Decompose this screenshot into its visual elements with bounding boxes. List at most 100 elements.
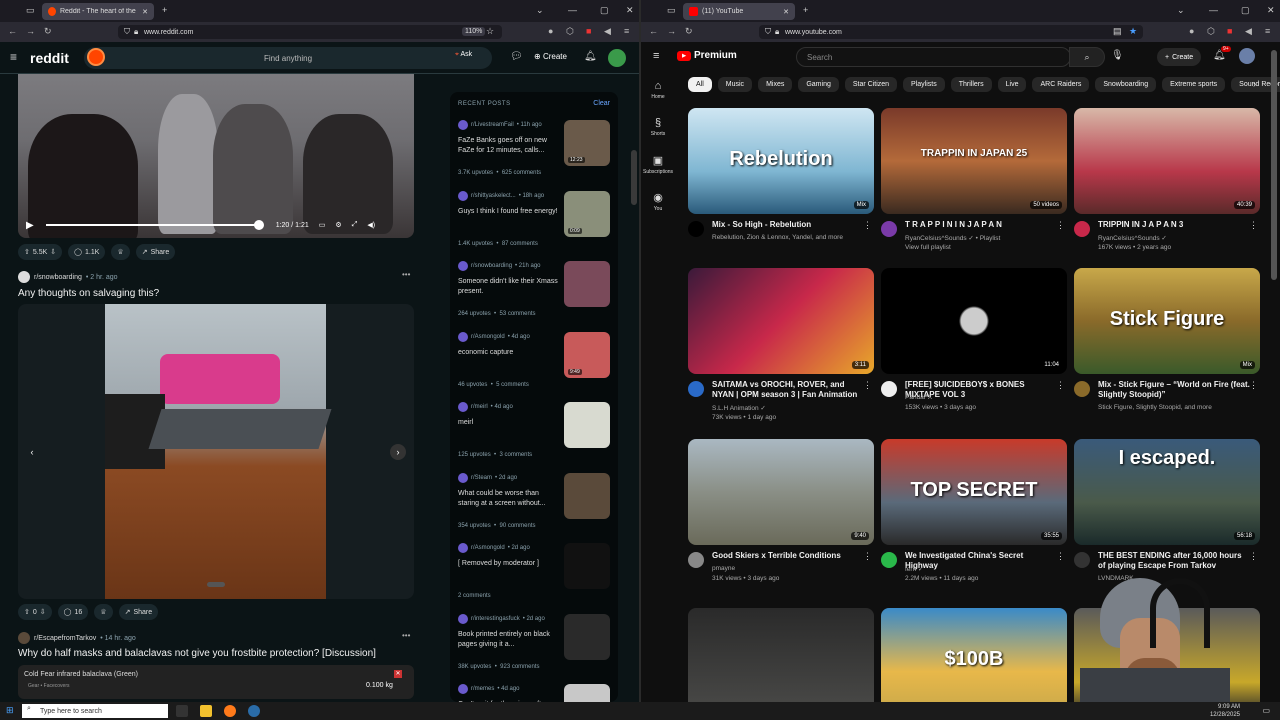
award-button[interactable]: ♕ bbox=[111, 244, 130, 260]
filter-chip[interactable]: Playlists bbox=[903, 77, 945, 92]
user-avatar[interactable] bbox=[608, 49, 626, 67]
firefox-icon[interactable] bbox=[224, 705, 236, 717]
minimize-icon[interactable]: — bbox=[568, 5, 577, 15]
channel-avatar[interactable] bbox=[688, 552, 704, 568]
upvote-icon[interactable]: ⇧ bbox=[24, 608, 30, 616]
subreddit-icon[interactable] bbox=[18, 271, 30, 283]
recent-post-item[interactable]: r/shittyaskelect... • 18h ago Guys I thi… bbox=[458, 190, 610, 259]
close-tab-icon[interactable]: ✕ bbox=[783, 8, 789, 16]
channel-avatar[interactable] bbox=[688, 221, 704, 237]
filter-chip[interactable]: Music bbox=[717, 77, 753, 92]
video-title[interactable]: Mix - So High - Rebelution bbox=[712, 220, 864, 230]
filter-chip[interactable]: Gaming bbox=[798, 77, 839, 92]
video-card[interactable]: 40:39 TRIPPIN IN J A P A N 3 ⋮ RyanCelsi… bbox=[1074, 108, 1260, 251]
recent-post-subreddit[interactable]: r/Steam bbox=[471, 475, 492, 481]
more-options-icon[interactable]: ⋮ bbox=[863, 380, 872, 391]
microphone-icon[interactable]: 🎙︎ bbox=[1111, 50, 1124, 61]
recent-post-subreddit[interactable]: r/LivestreamFail bbox=[471, 122, 514, 128]
captions-icon[interactable]: ▭ bbox=[319, 221, 326, 229]
clear-button[interactable]: Clear bbox=[593, 100, 610, 107]
close-window-icon[interactable]: ✕ bbox=[1267, 5, 1275, 16]
channel-name[interactable]: PandaFX bbox=[905, 394, 932, 401]
post-title[interactable]: Any thoughts on salvaging this? bbox=[18, 288, 159, 299]
video-title[interactable]: Mix - Stick Figure – “World on Fire (fea… bbox=[1098, 380, 1250, 400]
video-thumbnail[interactable]: 3:11 bbox=[688, 268, 874, 374]
filter-chip[interactable]: Thrillers bbox=[950, 77, 992, 92]
channel-name[interactable]: Stick Figure, Slightly Stoopid, and more bbox=[1098, 404, 1212, 411]
video-card[interactable]: 11:04 [FREE] $UICIDEBOY$ x BONES MIXTAPE… bbox=[881, 268, 1067, 411]
recent-post-item[interactable]: r/snowboarding • 21h ago Someone didn't … bbox=[458, 261, 610, 329]
menu-icon[interactable]: ≡ bbox=[624, 26, 629, 36]
vote-button[interactable]: ⇧ 5.5K ⇩ bbox=[18, 244, 63, 260]
sidebar-item-home[interactable]: ⌂ Home bbox=[643, 80, 673, 100]
video-card[interactable]: 3:11 SAITAMA vs OROCHI, ROVER, and NYAN … bbox=[688, 268, 874, 421]
more-options-icon[interactable]: ••• bbox=[402, 631, 410, 640]
video-card[interactable]: Stick Figure Mix Mix - Stick Figure – “Wo… bbox=[1074, 268, 1260, 411]
create-button[interactable]: + Create bbox=[1157, 48, 1202, 66]
new-tab-icon[interactable]: + bbox=[803, 5, 808, 15]
recent-post-title[interactable]: Someone didn't like their Xmass present. bbox=[458, 277, 558, 297]
addon-icon[interactable]: ■ bbox=[1227, 26, 1232, 36]
upvote-icon[interactable]: ⇧ bbox=[24, 248, 30, 256]
user-avatar[interactable] bbox=[1239, 48, 1255, 64]
video-thumbnail[interactable]: 9:40 bbox=[688, 439, 874, 545]
subreddit-icon[interactable] bbox=[18, 632, 30, 644]
gallery-prev-icon[interactable]: ‹ bbox=[24, 444, 40, 460]
recent-post-subreddit[interactable]: r/Asmongold bbox=[471, 545, 505, 551]
forward-icon[interactable]: → bbox=[667, 26, 676, 36]
address-bar[interactable]: ⛉ 🔒︎ www.reddit.com 110% ☆ bbox=[118, 25, 502, 39]
more-options-icon[interactable]: ⋮ bbox=[863, 220, 872, 231]
post-title[interactable]: Why do half masks and balaclavas not giv… bbox=[18, 648, 376, 659]
video-card[interactable]: 9:40 Good Skiers x Terrible Conditions ⋮… bbox=[688, 439, 874, 582]
channel-name[interactable]: RyanCelsius^Sounds ✓ • Playlist bbox=[905, 234, 1000, 242]
video-title[interactable]: T R A P P I N I N J A P A N bbox=[905, 220, 1057, 230]
shield-extension-icon[interactable]: ⬡ bbox=[1207, 26, 1215, 37]
recent-post-thumbnail[interactable] bbox=[564, 543, 610, 589]
filter-chip[interactable]: Live bbox=[997, 77, 1027, 92]
video-thumbnail[interactable]: 11:04 bbox=[881, 268, 1067, 374]
recent-post-subreddit[interactable]: r/Asmongold bbox=[471, 334, 505, 340]
recent-post-item[interactable]: r/interestingasfuck • 2d ago Book printe… bbox=[458, 613, 610, 682]
back-icon[interactable]: ← bbox=[649, 26, 658, 36]
recent-post-thumbnail[interactable] bbox=[564, 472, 610, 519]
reload-icon[interactable]: ↻ bbox=[685, 26, 693, 37]
channel-name[interactable]: pmayne bbox=[712, 565, 735, 572]
notifications-bell-icon[interactable]: 🔔︎ bbox=[584, 51, 597, 62]
taskbar-search-input[interactable]: ⌕ Type here to search bbox=[22, 704, 168, 718]
recent-post-thumbnail[interactable] bbox=[564, 261, 610, 307]
video-card[interactable]: TOP SECRET 35:55 We Investigated China's … bbox=[881, 439, 1067, 582]
recent-post-title[interactable]: meirl bbox=[458, 418, 558, 428]
more-options-icon[interactable]: ⋮ bbox=[1056, 551, 1065, 562]
recent-post-thumbnail[interactable]: 0:09 bbox=[564, 190, 610, 237]
create-button[interactable]: ⊕ Create bbox=[534, 52, 567, 61]
chevron-down-icon[interactable]: ⌄ bbox=[536, 5, 544, 16]
recent-post-thumbnail[interactable] bbox=[564, 402, 610, 448]
recent-post-subreddit[interactable]: r/interestingasfuck bbox=[471, 616, 520, 622]
channel-avatar[interactable] bbox=[881, 552, 897, 568]
gallery-next-icon[interactable]: › bbox=[390, 444, 406, 460]
video-title[interactable]: Good Skiers x Terrible Conditions bbox=[712, 551, 864, 561]
minimize-icon[interactable]: — bbox=[1209, 5, 1218, 15]
item-embed[interactable]: Cold Fear infrared balaclava (Green) Gea… bbox=[18, 665, 414, 699]
comments-button[interactable]: ◯ 16 bbox=[57, 604, 89, 620]
recent-post-item[interactable]: r/memes • 4d ago Can't wait for the mine… bbox=[458, 684, 610, 702]
recent-post-thumbnail[interactable]: 9:49 bbox=[564, 331, 610, 378]
recent-post-title[interactable]: [ Removed by moderator ] bbox=[458, 559, 558, 569]
more-options-icon[interactable]: ⋮ bbox=[1249, 220, 1258, 231]
play-icon[interactable]: ▶ bbox=[26, 220, 34, 231]
recent-post-thumbnail[interactable]: 12:23 bbox=[564, 120, 610, 166]
subreddit-link[interactable]: r/snowboarding bbox=[34, 274, 82, 281]
new-tab-icon[interactable]: + bbox=[162, 5, 167, 15]
image-gallery[interactable]: ‹ › bbox=[18, 304, 414, 599]
channel-avatar[interactable] bbox=[881, 381, 897, 397]
video-title[interactable]: SAITAMA vs OROCHI, ROVER, and NYAN | OPM… bbox=[712, 380, 864, 400]
award-button[interactable]: ♕ bbox=[94, 604, 113, 620]
close-tab-icon[interactable]: ✕ bbox=[142, 8, 148, 16]
windows-start-icon[interactable]: ⊞ bbox=[6, 705, 14, 716]
video-card[interactable] bbox=[688, 608, 874, 702]
video-progress-bar[interactable] bbox=[45, 220, 265, 230]
more-options-icon[interactable]: ••• bbox=[402, 270, 410, 279]
extension-icon[interactable]: ● bbox=[1189, 26, 1194, 36]
channel-avatar[interactable] bbox=[1074, 381, 1090, 397]
video-title[interactable]: TRIPPIN IN J A P A N 3 bbox=[1098, 220, 1250, 230]
